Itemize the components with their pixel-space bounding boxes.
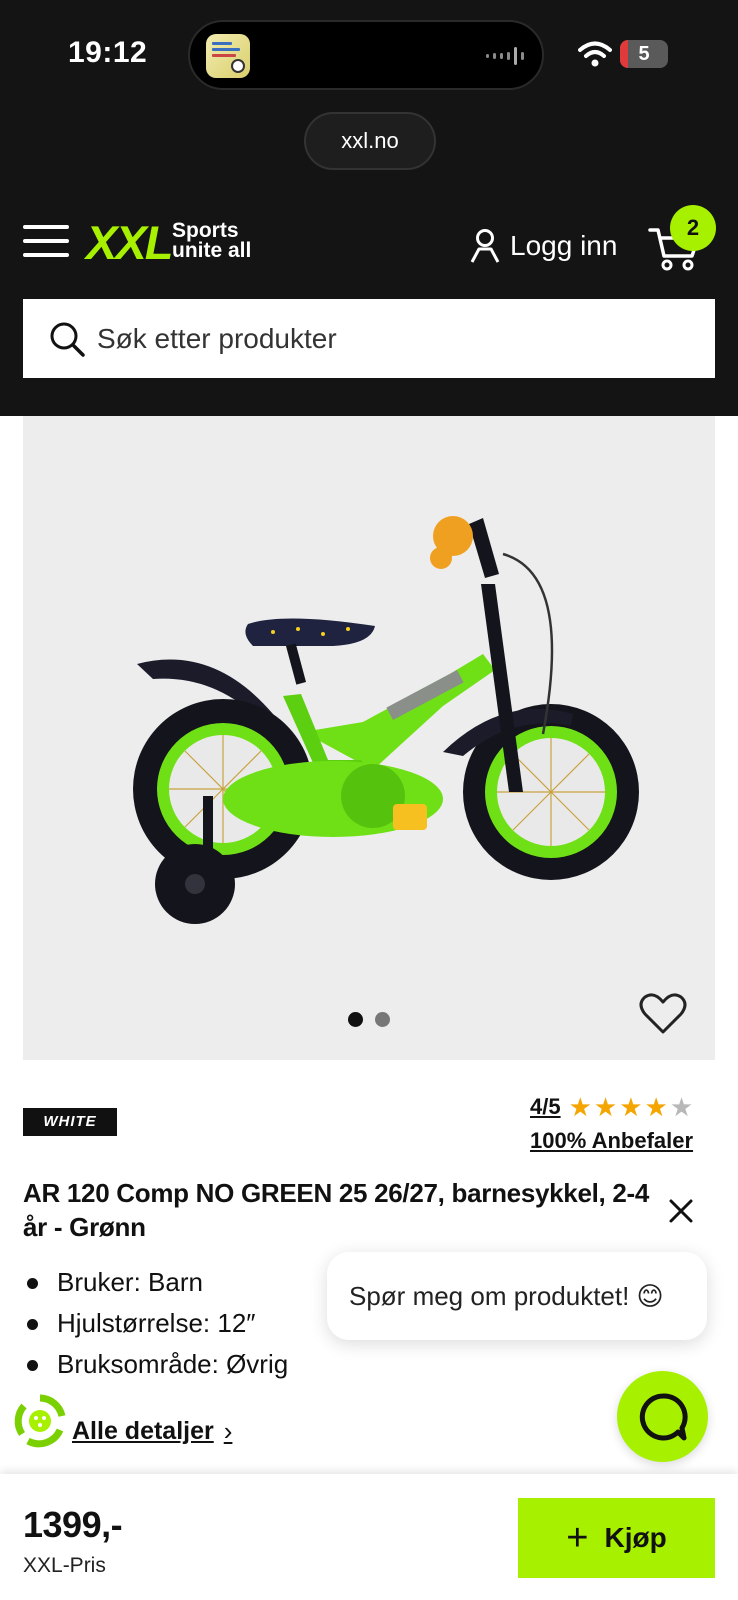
favorite-heart-icon[interactable]	[639, 992, 687, 1036]
rating-stars: ★ ★ ★ ★ ★	[569, 1094, 694, 1120]
product-spec-list: Bruker: Barn Hjulstørrelse: 12″ Bruksomr…	[23, 1262, 288, 1385]
gallery-pagination	[348, 1012, 390, 1027]
browser-url-pill[interactable]: xxl.no	[304, 112, 436, 170]
login-button[interactable]: Logg inn	[470, 226, 617, 266]
logo-wordmark: XXL	[86, 216, 173, 269]
chat-icon	[639, 1393, 688, 1441]
spec-item: Bruksområde: Øvrig	[23, 1344, 288, 1385]
star-icon: ★	[644, 1092, 668, 1122]
dynamic-island[interactable]	[188, 20, 544, 90]
recommend-percentage[interactable]: 100% Anbefaler	[530, 1128, 693, 1154]
product-image-bike	[133, 516, 639, 924]
chevron-right-icon: ›	[223, 1416, 233, 1446]
chat-launcher-button[interactable]	[617, 1371, 708, 1462]
search-bar[interactable]	[23, 299, 715, 378]
audio-wave-icon	[486, 44, 524, 68]
product-rating[interactable]: 4/5 ★ ★ ★ ★ ★	[530, 1094, 693, 1120]
plus-icon: +	[566, 1517, 589, 1559]
gallery-dot[interactable]	[375, 1012, 390, 1027]
wifi-icon	[578, 41, 612, 67]
menu-icon[interactable]	[23, 225, 69, 259]
battery-icon: 5	[620, 40, 668, 68]
product-price: 1399,-	[23, 1504, 123, 1545]
purchase-bar: 1399,- XXL-Pris + Kjøp	[0, 1474, 738, 1600]
search-input[interactable]	[97, 322, 677, 355]
spec-item: Hjulstørrelse: 12″	[23, 1303, 288, 1344]
chat-close-icon[interactable]	[666, 1196, 696, 1226]
star-icon: ★	[593, 1092, 618, 1122]
logo-tagline: Sports unite all	[172, 219, 252, 262]
product-title: AR 120 Comp NO GREEN 25 26/27, barnesykk…	[23, 1178, 650, 1242]
star-icon: ★	[619, 1092, 643, 1122]
buy-button[interactable]: + Kjøp	[518, 1498, 715, 1578]
cart-count-badge: 2	[670, 205, 716, 251]
top-header: 19:12 5 xxl.no XXL Sports unite all Logg	[0, 0, 738, 416]
star-icon: ★	[568, 1092, 592, 1122]
now-playing-app-icon	[206, 34, 250, 78]
all-details-link[interactable]: Alle detaljer ›	[72, 1416, 232, 1447]
product-image-gallery[interactable]	[23, 416, 715, 1060]
search-icon	[50, 322, 85, 357]
login-label: Logg inn	[510, 230, 618, 261]
status-time: 19:12	[68, 36, 148, 69]
spec-item: Bruker: Barn	[23, 1262, 288, 1303]
star-empty-icon: ★	[669, 1092, 694, 1122]
rating-score: 4/5	[530, 1094, 561, 1119]
brand-logo[interactable]: WHITE	[23, 1108, 117, 1136]
eco-badge-icon[interactable]	[14, 1394, 66, 1448]
gallery-dot-active[interactable]	[348, 1012, 363, 1027]
chat-prompt-bubble[interactable]: Spør meg om produktet! 😊	[327, 1252, 707, 1340]
price-label: XXL-Pris	[23, 1554, 106, 1577]
user-icon	[470, 229, 500, 263]
